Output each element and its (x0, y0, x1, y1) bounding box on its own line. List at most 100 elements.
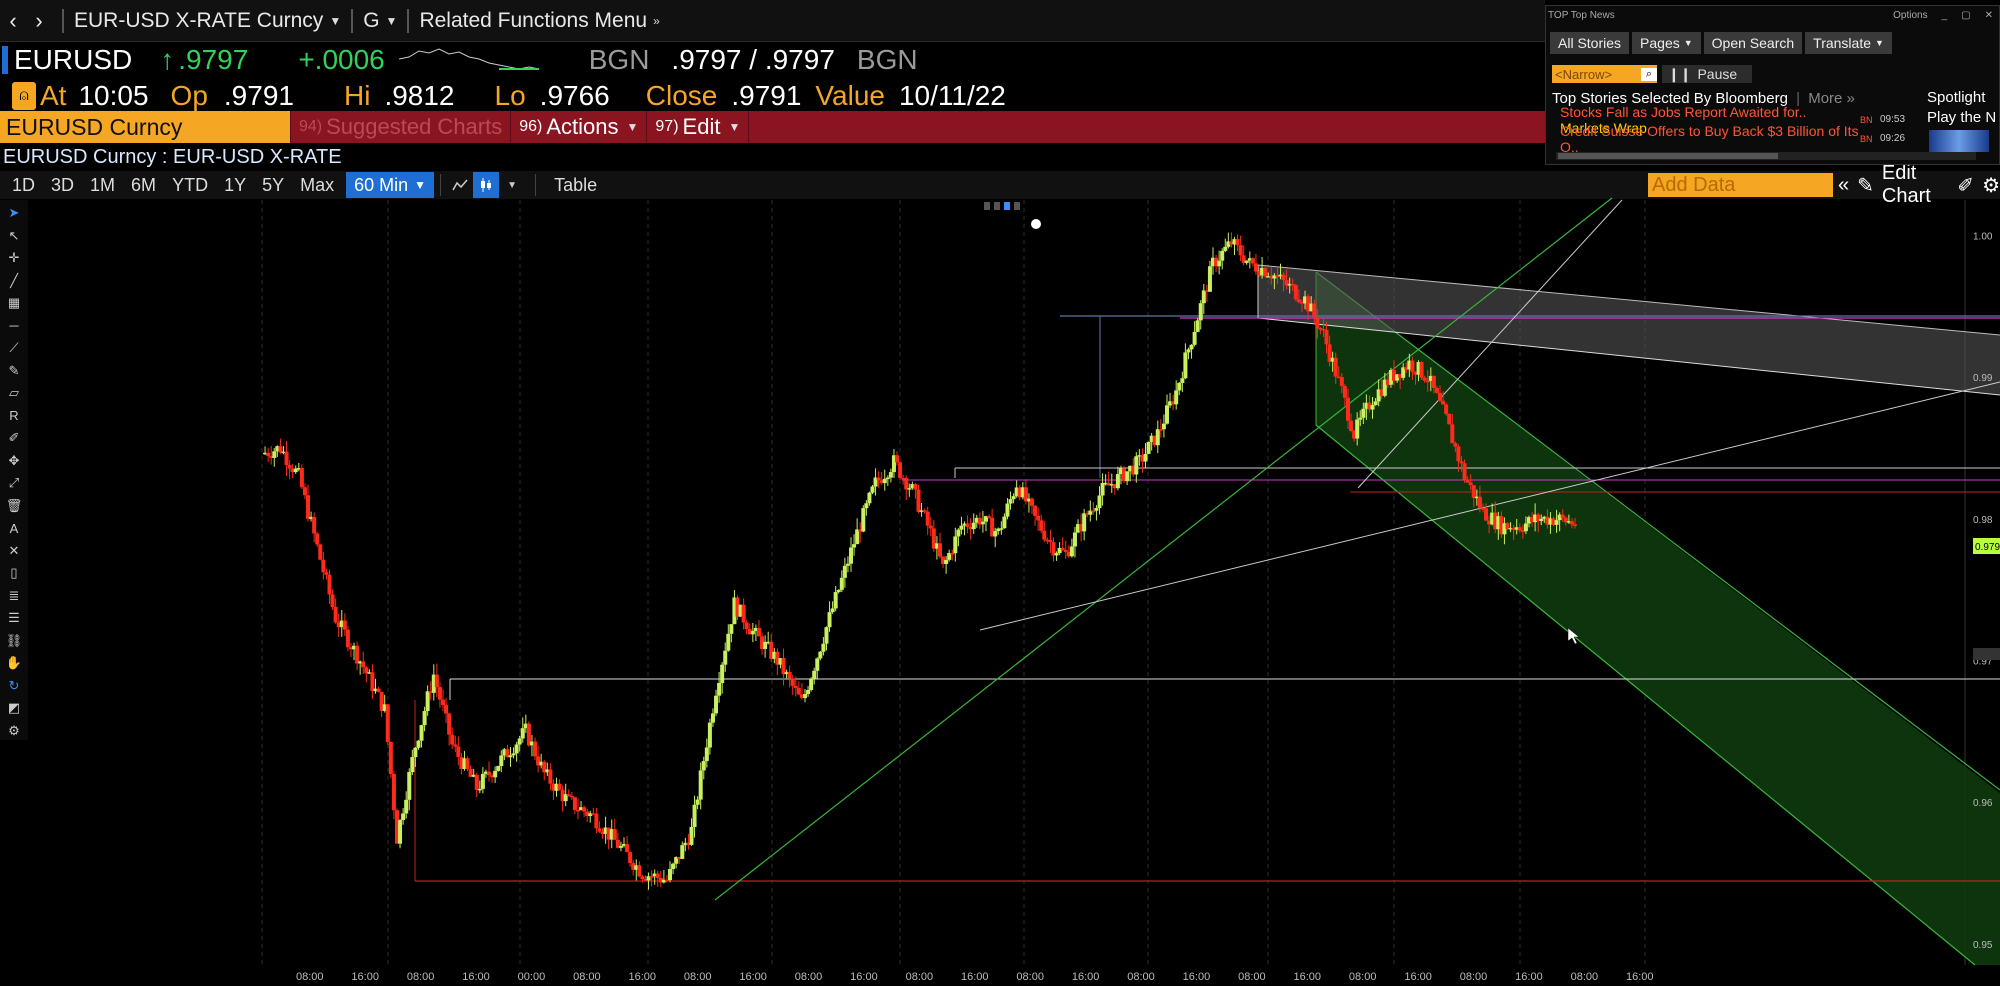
candle-down (612, 818, 617, 841)
move-icon[interactable]: ✥ (5, 452, 23, 471)
table-button[interactable]: Table (546, 172, 605, 198)
minimize-icon[interactable]: _ (1942, 10, 1948, 21)
candle-down (941, 556, 946, 568)
list-icon[interactable]: ☰ (5, 609, 23, 628)
timeframe-3d[interactable]: 3D (43, 172, 82, 198)
x-tick-label: 16:00 (462, 971, 490, 983)
candle-up (710, 708, 715, 727)
forward-arrow-icon[interactable]: › (26, 3, 52, 39)
layers-icon[interactable]: ≣ (5, 587, 23, 606)
spotlight-thumbnail[interactable] (1929, 130, 1989, 152)
trendline-icon[interactable]: ╱ (5, 272, 23, 291)
grid-icon[interactable]: ▦ (5, 294, 23, 313)
candle-up (1554, 509, 1559, 533)
open-label: Op (170, 80, 208, 111)
candle-down (1033, 505, 1038, 526)
annotation-icon[interactable]: A (5, 519, 23, 538)
refresh-icon[interactable]: ↻ (5, 677, 23, 696)
suggested-charts-button[interactable]: 94) Suggested Charts (290, 111, 510, 143)
candle-down (1493, 501, 1498, 534)
settings-gear-icon[interactable]: ⚙ (1982, 173, 2000, 198)
actions-menu[interactable]: 96) Actions ▼ (510, 111, 646, 143)
tab-translate[interactable]: Translate ▼ (1805, 32, 1892, 54)
candle-down (370, 664, 375, 699)
candle-up (588, 810, 593, 823)
settings-small-icon[interactable]: ⚙ (5, 722, 23, 741)
candle-up (1207, 260, 1212, 292)
cursor-icon[interactable]: ➤ (5, 204, 23, 223)
related-functions-menu[interactable]: Related Functions Menu » (419, 9, 659, 33)
tab-all-stories[interactable]: All Stories (1550, 32, 1630, 54)
timeframe-5y[interactable]: 5Y (254, 172, 292, 198)
pause-button[interactable]: ❙❙ Pause (1662, 65, 1752, 83)
spotlight[interactable]: Spotlight Play the N (1927, 88, 1997, 128)
candle-up (910, 481, 915, 490)
candle-up (502, 748, 507, 761)
candle-down (631, 860, 636, 876)
candle-up (821, 637, 826, 656)
candlestick-chart-icon[interactable] (473, 172, 500, 198)
candle-up (830, 601, 835, 614)
search-icon[interactable]: ⌕ (1641, 67, 1657, 81)
tab-open-search[interactable]: Open Search (1703, 32, 1803, 54)
narrow-search-input[interactable]: <Narrow> ⌕ (1552, 65, 1657, 83)
add-data-input[interactable]: Add Data (1648, 173, 1833, 197)
timeframe-ytd[interactable]: YTD (164, 172, 216, 198)
timeframe-max[interactable]: Max (292, 172, 342, 198)
timeframe-1m[interactable]: 1M (82, 172, 123, 198)
security-menu[interactable]: EUR-USD X-RATE Curncy ▼ (74, 9, 341, 33)
candle-up (511, 747, 516, 759)
pointer-icon[interactable]: ↖ (5, 227, 23, 246)
trash-icon[interactable]: 🗑 (5, 497, 23, 516)
pen-icon[interactable]: ✐ (5, 429, 23, 448)
hand-icon[interactable]: ✋ (5, 654, 23, 673)
candle-up (1201, 284, 1206, 315)
tab-pages[interactable]: Pages ▼ (1632, 32, 1701, 54)
options-button[interactable]: Options (1893, 10, 1927, 21)
delete-icon[interactable]: ✕ (5, 542, 23, 561)
candle-up (471, 768, 476, 778)
timeframe-6m[interactable]: 6M (123, 172, 164, 198)
text-tool-icon[interactable]: R (5, 407, 23, 426)
candle-down (1425, 370, 1430, 392)
alert-bell-icon[interactable]: ⍝ (12, 82, 36, 110)
drawing-toolbar: ➤ ↖ ✛ ╱ ▦ ─ ⟋ ✎ ▱ R ✐ ✥ ⤢ 🗑 A ✕ ▯ ≣ ☰ ⛓ … (0, 200, 28, 740)
edit-square-icon[interactable]: ✐ (1957, 173, 1974, 198)
page-icon[interactable]: ▯ (5, 564, 23, 583)
close-icon[interactable]: ✕ (1985, 10, 1993, 21)
candle-up (1082, 508, 1087, 541)
horizontal-line-icon[interactable]: ─ (5, 317, 23, 336)
timeframe-1d[interactable]: 1D (4, 172, 43, 198)
security-field[interactable]: EURUSD Curncy (0, 111, 290, 143)
line-chart-icon[interactable] (447, 172, 473, 198)
candle-down (625, 836, 630, 853)
candle-down (1422, 375, 1427, 383)
candle-up (1168, 392, 1173, 408)
edit-menu[interactable]: 97) Edit ▼ (646, 111, 750, 143)
candle-up (882, 469, 887, 491)
candle-up (833, 586, 838, 612)
zoom-icon[interactable]: ⤢ (5, 474, 23, 493)
interval-select[interactable]: 60 Min ▼ (346, 172, 435, 198)
chart-type-dropdown-icon[interactable]: ▼ (499, 172, 525, 198)
edit-chart-button[interactable]: Edit Chart (1882, 162, 1949, 208)
candle-up (1125, 471, 1130, 486)
graph-menu[interactable]: G ▼ (363, 9, 397, 33)
candle-up (422, 706, 427, 732)
palette-icon[interactable]: ◩ (5, 699, 23, 718)
pencil-icon[interactable]: ✎ (1857, 173, 1874, 198)
channel-icon[interactable]: ▱ (5, 384, 23, 403)
maximize-icon[interactable]: ▢ (1961, 10, 1970, 21)
news-item[interactable]: Credit Suisse Offers to Buy Back $3 Bill… (1560, 123, 1920, 155)
candle-up (563, 783, 568, 807)
link-icon[interactable]: ⛓ (5, 632, 23, 651)
back-arrow-icon[interactable]: ‹ (0, 3, 26, 39)
brush-icon[interactable]: ✎ (5, 362, 23, 381)
collapse-left-icon[interactable]: « (1838, 174, 1849, 197)
news-scroll-thumb[interactable] (1558, 153, 1778, 159)
candle-down (1091, 502, 1096, 515)
candle-up (870, 484, 875, 495)
crosshair-icon[interactable]: ✛ (5, 249, 23, 268)
ray-icon[interactable]: ⟋ (5, 339, 23, 358)
timeframe-1y[interactable]: 1Y (216, 172, 254, 198)
